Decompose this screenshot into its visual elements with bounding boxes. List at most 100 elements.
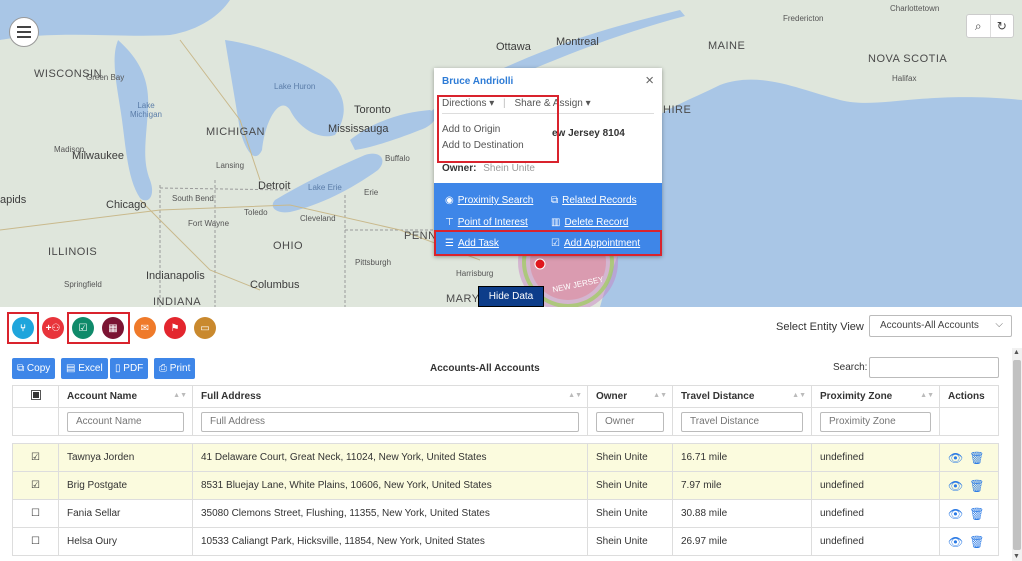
- folder-button[interactable]: ▭: [194, 317, 216, 339]
- map-toolbar: ⌕ ↻: [966, 14, 1014, 38]
- related-records-link[interactable]: ⧉ Related Records: [551, 195, 637, 206]
- app-root: WISCONSIN MICHIGAN ILLINOIS INDIANA OHIO…: [0, 0, 1022, 561]
- hide-data-button[interactable]: Hide Data: [478, 286, 544, 307]
- vertical-scrollbar[interactable]: ▲ ▼: [1012, 348, 1022, 561]
- copy-icon: ⧉: [17, 363, 27, 374]
- cell-proximity-zone: undefined: [811, 499, 940, 528]
- trash-icon[interactable]: 🗑: [969, 451, 984, 465]
- map-label-halifax: Halifax: [892, 74, 917, 83]
- refresh-icon[interactable]: ↻: [991, 15, 1014, 37]
- row-checkbox[interactable]: ☐: [12, 527, 59, 556]
- filter-owner[interactable]: [596, 411, 664, 432]
- cell-owner: Shein Unite: [587, 443, 673, 472]
- table-row[interactable]: ☐ Helsa Oury 10533 Caliangt Park, Hicksv…: [12, 527, 999, 556]
- row-checkbox[interactable]: ☐: [12, 499, 59, 528]
- trash-icon[interactable]: 🗑: [969, 479, 984, 493]
- map-label-ottawa: Ottawa: [496, 41, 531, 53]
- cell-full-address: 10533 Caliangt Park, Hicksville, 11854, …: [192, 527, 588, 556]
- cell-travel-distance: 16.71 mile: [672, 443, 812, 472]
- column-header-travel-distance[interactable]: Travel Distance ▲▼: [672, 385, 812, 408]
- column-header-full-address[interactable]: Full Address ▲▼: [192, 385, 588, 408]
- map-label-maine: MAINE: [708, 40, 746, 52]
- view-eye-icon[interactable]: 👁: [948, 479, 963, 493]
- map-label-toledo: Toledo: [244, 208, 268, 217]
- cell-account-name: Tawnya Jorden: [58, 443, 193, 472]
- cell-account-name: Helsa Oury: [58, 527, 193, 556]
- map-label-partial-hire: HIRE: [663, 104, 692, 116]
- filter-account-name[interactable]: [67, 411, 184, 432]
- table-row[interactable]: ☑ Tawnya Jorden 41 Delaware Court, Great…: [12, 443, 999, 472]
- map-label-lake-michigan: Lake Michigan: [129, 101, 162, 119]
- row-checkbox[interactable]: ☑: [12, 443, 59, 472]
- popup-title[interactable]: Bruce Andriolli: [442, 76, 513, 87]
- copy-button[interactable]: ⧉ Copy: [12, 358, 56, 379]
- delete-record-link[interactable]: ▥ Delete Record: [551, 217, 628, 228]
- map-label-indiana: INDIANA: [153, 296, 202, 307]
- map-label-erie: Erie: [364, 188, 379, 197]
- popup-address: ew Jersey 8104: [552, 128, 625, 139]
- view-eye-icon[interactable]: 👁: [948, 535, 963, 549]
- column-header-actions: Actions: [939, 385, 999, 408]
- map-label-illinois: ILLINOIS: [48, 246, 98, 258]
- map-label-detroit: Detroit: [258, 180, 291, 192]
- sort-icon: ▲▼: [568, 392, 582, 399]
- scrollbar-thumb[interactable]: [1013, 360, 1021, 550]
- cell-actions: 👁 🗑: [939, 443, 999, 472]
- select-all-checkbox[interactable]: [12, 385, 59, 408]
- search-input[interactable]: [869, 357, 999, 378]
- owner-value: Shein Unite: [483, 163, 535, 174]
- pdf-icon: ▯: [115, 363, 124, 374]
- sort-icon: ▲▼: [920, 392, 934, 399]
- column-header-account-name[interactable]: Account Name ▲▼: [58, 385, 193, 408]
- filter-travel-distance[interactable]: [681, 411, 803, 432]
- trash-icon[interactable]: 🗑: [969, 507, 984, 521]
- entity-view-select[interactable]: Accounts-All Accounts ⌵: [869, 315, 1012, 337]
- column-header-proximity-zone[interactable]: Proximity Zone ▲▼: [811, 385, 940, 408]
- map-label-fort-wayne: Fort Wayne: [188, 219, 230, 228]
- print-button[interactable]: ⎙ Print: [154, 358, 196, 379]
- highlight-task-calendar-buttons: [67, 312, 130, 344]
- scroll-up-icon[interactable]: ▲: [1013, 349, 1020, 356]
- cell-actions: 👁 🗑: [939, 471, 999, 500]
- filter-full-address[interactable]: [201, 411, 579, 432]
- related-icon: ⧉: [551, 195, 559, 206]
- map-label-mississauga: Mississauga: [328, 123, 389, 135]
- target-icon: ◉: [445, 195, 454, 206]
- entity-toolbar: ⑂ +⚇ ☑ ▦ ✉ ⚑ ▭ Select Entity View Accoun…: [0, 309, 1022, 345]
- table-row[interactable]: ☐ Fania Sellar 35080 Clemons Street, Flu…: [12, 499, 999, 528]
- proximity-search-link[interactable]: ◉ Proximity Search: [445, 195, 533, 206]
- close-icon[interactable]: ×: [645, 72, 654, 89]
- search-icon[interactable]: ⌕: [967, 15, 991, 37]
- cell-full-address: 41 Delaware Court, Great Neck, 11024, Ne…: [192, 443, 588, 472]
- filter-proximity-zone[interactable]: [820, 411, 931, 432]
- column-header-owner[interactable]: Owner ▲▼: [587, 385, 673, 408]
- excel-button[interactable]: ▤ Excel: [61, 358, 108, 379]
- email-button[interactable]: ✉: [134, 317, 156, 339]
- cell-full-address: 8531 Bluejay Lane, White Plains, 10606, …: [192, 471, 588, 500]
- map-label-green-bay: Green Bay: [86, 73, 125, 82]
- map-view[interactable]: WISCONSIN MICHIGAN ILLINOIS INDIANA OHIO…: [0, 0, 1022, 307]
- map-label-harrisburg: Harrisburg: [456, 269, 494, 278]
- map-label-toronto: Toronto: [354, 104, 391, 116]
- scroll-down-icon[interactable]: ▼: [1013, 553, 1020, 560]
- cell-owner: Shein Unite: [587, 471, 673, 500]
- add-users-button[interactable]: +⚇: [42, 317, 64, 339]
- signpost-icon: ⊤: [445, 217, 454, 228]
- map-label-partial-mary: MARY: [446, 293, 480, 305]
- add-users-icon: +⚇: [45, 322, 61, 334]
- table-row[interactable]: ☑ Brig Postgate 8531 Bluejay Lane, White…: [12, 471, 999, 500]
- hamburger-menu-button[interactable]: [9, 17, 39, 47]
- cell-proximity-zone: undefined: [811, 443, 940, 472]
- flag-button[interactable]: ⚑: [164, 317, 186, 339]
- view-eye-icon[interactable]: 👁: [948, 451, 963, 465]
- trash-icon[interactable]: 🗑: [969, 535, 984, 549]
- point-of-interest-link[interactable]: ⊤ Point of Interest: [445, 217, 528, 228]
- map-label-south-bend: South Bend: [172, 194, 214, 203]
- map-label-pittsburgh: Pittsburgh: [355, 258, 392, 267]
- map-label-columbus: Columbus: [250, 279, 300, 291]
- pdf-button[interactable]: ▯ PDF: [110, 358, 149, 379]
- grid-title: Accounts-All Accounts: [430, 363, 540, 374]
- owner-label: Owner:: [442, 163, 477, 174]
- row-checkbox[interactable]: ☑: [12, 471, 59, 500]
- view-eye-icon[interactable]: 👁: [948, 507, 963, 521]
